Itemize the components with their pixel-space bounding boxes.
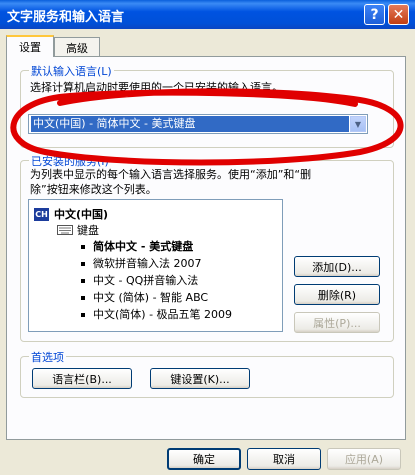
help-button[interactable]: ? [364, 4, 385, 25]
preferences-group-label: 首选项 [29, 349, 66, 365]
close-button[interactable]: ✕ [388, 4, 409, 25]
keyboard-node[interactable]: 键盘 [57, 222, 99, 238]
list-item-label: 微软拼音输入法 2007 [93, 257, 202, 270]
tab-settings-label: 设置 [19, 41, 41, 54]
tab-advanced[interactable]: 高级 [54, 37, 100, 57]
list-item[interactable]: 微软拼音输入法 2007 [81, 255, 202, 271]
add-button-label: 添加(D)... [312, 260, 362, 274]
remove-button-label: 删除(R) [317, 288, 357, 302]
bullet-icon [81, 313, 85, 317]
help-icon: ? [370, 6, 379, 23]
tab-advanced-label: 高级 [66, 41, 88, 55]
installed-services-description-line2: 除”按钮来修改这个列表。 [30, 183, 157, 196]
list-item[interactable]: 中文(简体) - 极品五笔 2009 [81, 306, 232, 322]
keyboard-icon [57, 225, 73, 235]
language-bar-button-label: 语言栏(B)... [52, 372, 112, 386]
list-item[interactable]: 简体中文 - 美式键盘 [81, 238, 193, 254]
title-bar[interactable]: 文字服务和输入语言 ? ✕ [0, 0, 415, 29]
remove-button[interactable]: 删除(R) [294, 284, 380, 305]
add-button[interactable]: 添加(D)... [294, 256, 380, 277]
installed-services-list[interactable]: CH 中文(中国) 键盘 简体中文 - 美式键盘 微软拼音输入法 2007 中文… [28, 199, 283, 332]
default-language-group-label: 默认输入语言(L) [29, 63, 114, 79]
language-node[interactable]: CH 中文(中国) [34, 206, 108, 222]
close-icon: ✕ [392, 6, 405, 23]
bullet-icon [81, 296, 85, 300]
list-item-label: 中文(简体) - 极品五笔 2009 [93, 308, 233, 321]
ok-button[interactable]: 确定 [167, 448, 241, 470]
chevron-down-icon[interactable]: ▼ [350, 116, 366, 132]
cancel-button-label: 取消 [273, 453, 295, 466]
default-language-selected-value: 中文(中国) - 简体中文 - 美式键盘 [31, 116, 349, 132]
list-item-label: 中文 (简体) - 智能 ABC [93, 291, 209, 304]
default-language-description: 选择计算机启动时要使用的一个已安装的输入语言。 [30, 81, 283, 94]
language-node-label: 中文(中国) [54, 208, 109, 221]
list-item-label: 中文 - QQ拼音输入法 [93, 274, 199, 287]
apply-button-label: 应用(A) [344, 453, 384, 466]
bullet-icon [81, 262, 85, 266]
list-item[interactable]: 中文 (简体) - 智能 ABC [81, 289, 208, 305]
ok-button-label: 确定 [193, 453, 215, 466]
cancel-button[interactable]: 取消 [247, 448, 321, 470]
window-title: 文字服务和输入语言 [7, 10, 125, 25]
bullet-icon [81, 245, 85, 249]
language-flag-icon: CH [34, 207, 49, 221]
key-settings-button[interactable]: 键设置(K)... [150, 368, 250, 389]
keyboard-node-label: 键盘 [77, 224, 99, 237]
language-bar-button[interactable]: 语言栏(B)... [32, 368, 132, 389]
bullet-icon [81, 279, 85, 283]
apply-button[interactable]: 应用(A) [327, 448, 401, 470]
installed-services-description-line1: 为列表中显示的每个输入语言选择服务。使用“添加”和“删 [30, 168, 312, 181]
list-item-label: 简体中文 - 美式键盘 [93, 240, 194, 253]
default-language-dropdown[interactable]: 中文(中国) - 简体中文 - 美式键盘 ▼ [28, 114, 368, 134]
properties-button-label: 属性(P)... [313, 316, 361, 330]
tab-settings[interactable]: 设置 [6, 35, 54, 57]
list-item[interactable]: 中文 - QQ拼音输入法 [81, 272, 198, 288]
properties-button[interactable]: 属性(P)... [294, 312, 380, 333]
key-settings-button-label: 键设置(K)... [170, 372, 230, 386]
